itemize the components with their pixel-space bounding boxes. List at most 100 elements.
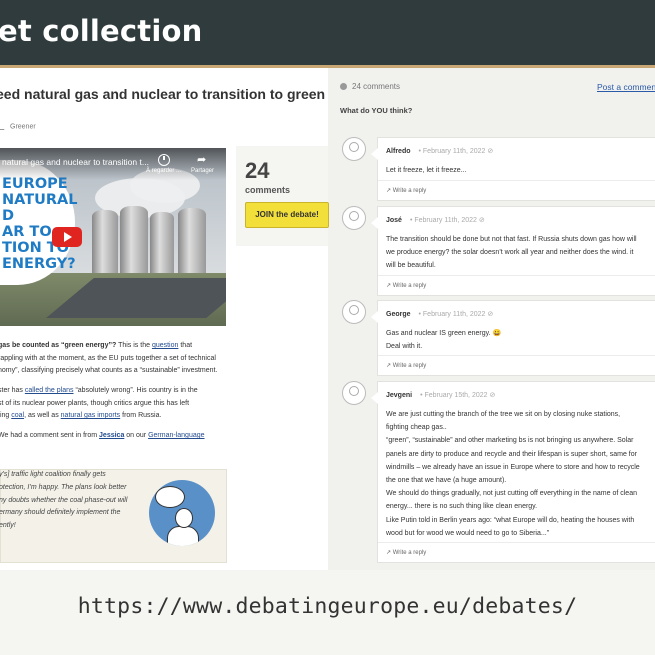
share-label[interactable]: Partager <box>191 168 214 174</box>
comment-card: Alfredo • February 11th, 2022 ⊘ Let it fre… <box>371 137 655 201</box>
quote-line: ently! <box>0 522 16 530</box>
article-text: This is the <box>116 342 152 349</box>
article-text: We had a comment sent in from <box>0 432 100 439</box>
article-text: on our <box>124 432 149 439</box>
comment-meta: Jevgeni • February 15th, 2022 ⊘ <box>386 391 495 399</box>
overlay-text: ENERGY? <box>2 256 76 272</box>
comment-line: the one that we have (a huge amount). <box>386 477 507 485</box>
comment-author[interactable]: Alfredo <box>386 148 411 155</box>
comment-line: Deal with it. <box>386 343 423 351</box>
comment-meta: George • February 11th, 2022 ⊘ <box>386 310 493 318</box>
comment-line: We are just cutting the branch of the tr… <box>386 411 621 418</box>
article-paragraph-line: st of its nuclear power plants, though c… <box>0 398 189 411</box>
article-link[interactable]: German-language <box>148 432 204 439</box>
video-player[interactable]: EUROPE NATURAL D AR TO TION TO ENERGY? n… <box>0 148 226 326</box>
comment-line: wood but for wood we would need to go to… <box>386 529 550 537</box>
comment-author[interactable]: José <box>386 217 402 224</box>
article-text: , as well as <box>24 412 61 419</box>
comment-date: • February 11th, 2022 <box>418 311 488 318</box>
article-link[interactable]: natural gas imports <box>61 412 121 419</box>
comment-line: panels are dirty to produce and recycle … <box>386 450 637 458</box>
slide-header: et collection <box>0 0 655 68</box>
comment-line: “green”, “sustainable” and other marketi… <box>386 437 634 445</box>
quote-text: y's] traffic light coalition finally get… <box>0 469 127 533</box>
commenter-avatar-icon <box>342 137 366 161</box>
article-text: from Russia. <box>120 412 162 419</box>
video-title[interactable]: natural gas and nuclear to transition t.… <box>2 157 149 167</box>
article-text: gas be counted as “green energy”? <box>0 342 117 349</box>
article-paragraph-line: ting coal, as well as natural gas import… <box>0 410 161 423</box>
permalink-icon[interactable]: ⊘ <box>487 148 493 155</box>
article-text: rappling with at the moment, as the EU p… <box>0 354 216 362</box>
user-icon <box>340 83 347 91</box>
comment-card: George • February 11th, 2022 ⊘ Gas and nuc… <box>371 300 655 376</box>
comment-line: we produce energy? the solar doesn’t wor… <box>386 249 634 257</box>
quote-line: ny doubts whether the coal phase-out wil… <box>0 496 128 504</box>
article-link[interactable]: called the plans <box>25 387 74 394</box>
comment-line: energy... there is no such thing like cl… <box>386 503 538 511</box>
commenter-avatar-icon <box>342 300 366 324</box>
comment-count-label: comments <box>245 185 291 195</box>
comment-text: We are just cutting the branch of the tr… <box>386 408 640 540</box>
article-text: st of its nuclear power plants, though c… <box>0 399 190 407</box>
overlay-text: NATURAL <box>2 192 78 208</box>
comment-line: windmills – we already have an issue in … <box>386 463 640 471</box>
watch-later-icon[interactable] <box>158 154 170 166</box>
comment-line: We should do things gradually, not just … <box>386 490 637 498</box>
overlay-text: D <box>2 208 15 224</box>
article-paragraph-line: gas be counted as “green energy”? This i… <box>0 340 192 353</box>
quote-line: y's] traffic light coalition finally get… <box>0 471 106 478</box>
write-reply-link[interactable]: ↗ Write a reply <box>386 187 426 194</box>
article-text: ting <box>0 412 10 419</box>
comment-card: Jevgeni • February 15th, 2022 ⊘ We are jus… <box>371 381 655 563</box>
comment-line: fighting cheap gas.. <box>386 424 447 432</box>
comment-line: Gas and nuclear IS green energy. 😀 <box>386 330 502 337</box>
comment-line: will be beautiful. <box>386 262 436 270</box>
comments-count: 24 comments <box>340 82 400 91</box>
speech-bubble-icon <box>155 486 185 508</box>
post-comment-link[interactable]: Post a comment <box>597 82 655 92</box>
comment-date: • February 15th, 2022 <box>420 392 490 399</box>
play-button-icon[interactable] <box>52 227 82 247</box>
comment-text: Gas and nuclear IS green energy. 😀 Deal w… <box>386 327 501 353</box>
commenter-avatar-icon <box>342 381 366 405</box>
source-url[interactable]: https://www.debatingeurope.eu/debates/ <box>0 594 655 619</box>
comments-prompt: What do YOU think? <box>340 106 413 115</box>
article-text: ster has <box>0 387 25 394</box>
permalink-icon[interactable]: ⊘ <box>487 311 493 318</box>
comment-author[interactable]: George <box>386 311 411 318</box>
article-link[interactable]: Jessica <box>99 432 124 439</box>
comment-line: Let it freeze, let it freeze... <box>386 167 467 174</box>
watch-later-label[interactable]: À regarder ... <box>146 168 181 174</box>
join-debate-button[interactable]: JOIN the debate! <box>245 202 329 228</box>
article-link[interactable]: question <box>152 342 178 349</box>
article-link[interactable]: coal <box>11 412 24 419</box>
quote-line: otection, I’m happy. The plans look bett… <box>0 483 127 491</box>
article-paragraph-line: nomy”, classifying precisely what counts… <box>0 365 217 378</box>
article-tag[interactable]: Greener <box>0 123 36 130</box>
overlay-text: AR TO <box>2 224 52 240</box>
article-text: that <box>178 342 193 349</box>
article-text: nomy”, classifying precisely what counts… <box>0 367 218 374</box>
quote-line: ermany should definitely implement the <box>0 509 121 517</box>
slide-title: et collection <box>0 14 203 48</box>
comment-line: Like Putin told in Berlin years ago: “wh… <box>386 516 635 524</box>
comment-counter: 24 comments <box>238 152 328 242</box>
comment-count-number: 24 <box>245 158 270 183</box>
write-reply-link[interactable]: ↗ Write a reply <box>386 362 426 369</box>
comment-card: José • February 11th, 2022 ⊘ The transitio… <box>371 206 655 296</box>
permalink-icon[interactable]: ⊘ <box>479 217 485 224</box>
article-title: eed natural gas and nuclear to transitio… <box>0 86 326 102</box>
comment-date: • February 11th, 2022 <box>409 217 479 224</box>
comment-line: The transition should be done but not th… <box>386 236 637 243</box>
article-paragraph-line: ster has called the plans “absolutely wr… <box>0 385 198 398</box>
quote-illustration <box>149 480 215 546</box>
comment-text: Let it freeze, let it freeze... <box>386 164 467 177</box>
share-icon[interactable]: ➦ <box>197 153 206 166</box>
article-paragraph-line: rappling with at the moment, as the EU p… <box>0 353 216 366</box>
article-paragraph-line: We had a comment sent in from Jessica on… <box>0 430 205 443</box>
write-reply-link[interactable]: ↗ Write a reply <box>386 282 426 289</box>
comment-author[interactable]: Jevgeni <box>386 392 412 399</box>
write-reply-link[interactable]: ↗ Write a reply <box>386 549 426 556</box>
permalink-icon[interactable]: ⊘ <box>489 392 495 399</box>
